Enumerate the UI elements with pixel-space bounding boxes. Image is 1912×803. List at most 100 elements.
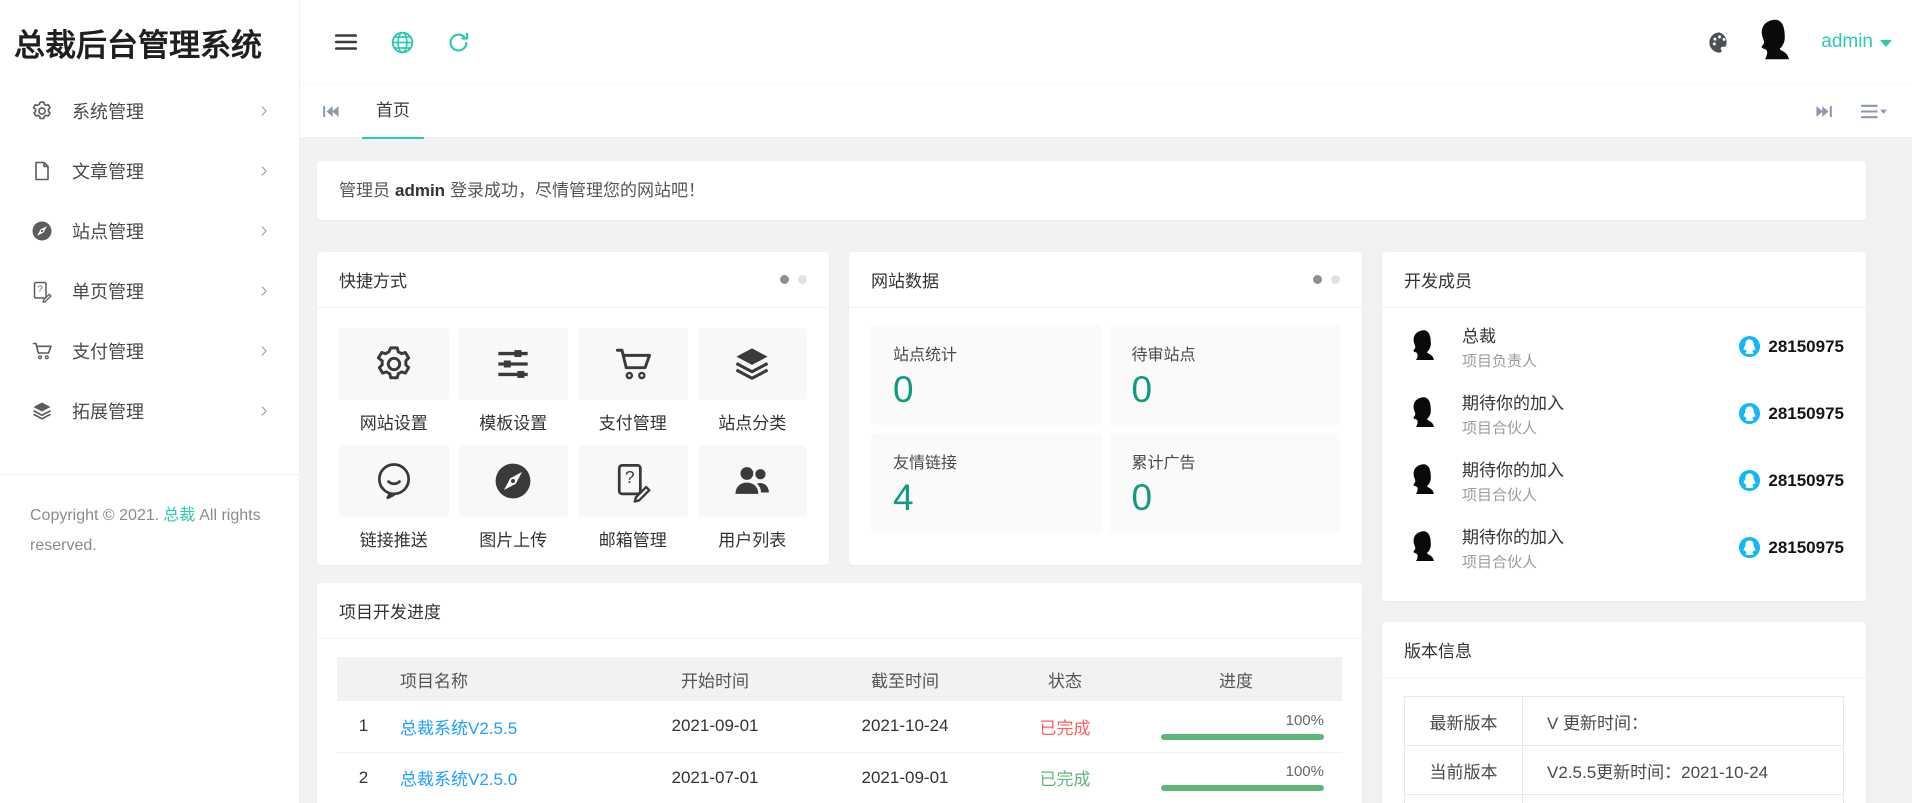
- sidebar-item-label: 支付管理: [72, 338, 144, 364]
- member-avatar: [1404, 460, 1446, 502]
- sidebar: 总裁后台管理系统 系统管理 文章管理 站点管理 单页管理 支付管理: [0, 0, 300, 803]
- stat-label: 待审站点: [1132, 341, 1319, 365]
- member-role: 项目负责人: [1462, 350, 1537, 371]
- site-data-title: 网站数据: [871, 267, 939, 292]
- dev-members-card: 开发成员 总裁 项目负责人 28150975: [1382, 252, 1866, 601]
- carousel-dots[interactable]: [780, 275, 807, 284]
- shortcut-label: 链接推送: [339, 517, 449, 562]
- shortcut-link-push[interactable]: 链接推送: [339, 445, 449, 562]
- shortcut-label: 用户列表: [698, 517, 808, 562]
- version-row-value: V2.5.5更新时间：2021-10-24: [1523, 746, 1844, 795]
- progress-cell: 100%: [1130, 701, 1342, 752]
- tabs-options-icon[interactable]: [1859, 101, 1888, 122]
- username: admin: [1821, 31, 1873, 53]
- copyright: Copyright © 2021.总裁All rights reserved.: [0, 475, 299, 560]
- shortcut-site-settings[interactable]: 网站设置: [339, 328, 449, 445]
- col-start-date: 开始时间: [620, 657, 810, 701]
- version-row: 当前版本 V2.5.5更新时间：2021-10-24: [1405, 746, 1844, 795]
- sidebar-item-label: 拓展管理: [72, 398, 144, 424]
- end-date: 2021-09-01: [810, 752, 1000, 803]
- project-progress-table: 项目名称 开始时间 截至时间 状态 进度 1 总裁系统V2.5.5 2021-0…: [337, 657, 1342, 803]
- version-row: 最新版本 V 更新时间：: [1405, 697, 1844, 746]
- qq-number: 28150975: [1768, 471, 1844, 491]
- progress-bar: [1161, 734, 1324, 740]
- table-row: 1 总裁系统V2.5.5 2021-09-01 2021-10-24 已完成 1…: [337, 701, 1342, 752]
- member-role: 项目合伙人: [1462, 551, 1564, 572]
- qq-icon: [1738, 469, 1761, 492]
- topbar: admin: [300, 0, 1912, 84]
- project-link[interactable]: 总裁系统V2.5.0: [400, 770, 517, 789]
- sidebar-item-system[interactable]: 系统管理: [0, 81, 299, 141]
- project-link[interactable]: 总裁系统V2.5.5: [400, 719, 517, 738]
- table-row: 2 总裁系统V2.5.0 2021-07-01 2021-09-01 已完成 1…: [337, 752, 1342, 803]
- member-qq[interactable]: 28150975: [1738, 402, 1844, 425]
- version-row-value: [1523, 795, 1844, 803]
- member-avatar: [1404, 326, 1446, 368]
- qq-number: 28150975: [1768, 404, 1844, 424]
- users-icon: [730, 459, 774, 503]
- member-row: 总裁 项目负责人 28150975: [1404, 313, 1844, 380]
- shortcut-template-settings[interactable]: 模板设置: [459, 328, 569, 445]
- sidebar-item-site[interactable]: 站点管理: [0, 201, 299, 261]
- main-content: 管理员admin登录成功，尽情管理您的网站吧！ 快捷方式 网站设置: [300, 138, 1912, 803]
- member-qq[interactable]: 28150975: [1738, 536, 1844, 559]
- sidebar-item-payment[interactable]: 支付管理: [0, 321, 299, 381]
- member-name: 期待你的加入: [1462, 456, 1564, 481]
- shortcut-site-category[interactable]: 站点分类: [698, 328, 808, 445]
- qq-icon: [1738, 335, 1761, 358]
- avatar[interactable]: [1749, 14, 1805, 70]
- caret-down-icon: [1880, 40, 1892, 47]
- sidebar-item-label: 单页管理: [72, 278, 144, 304]
- member-qq[interactable]: 28150975: [1738, 335, 1844, 358]
- progress-percent: 100%: [1130, 713, 1324, 730]
- compass-icon: [491, 459, 535, 503]
- status-badge: 已完成: [1000, 752, 1130, 803]
- member-avatar: [1404, 393, 1446, 435]
- shortcut-label: 网站设置: [339, 400, 449, 445]
- table-header-row: 项目名称 开始时间 截至时间 状态 进度: [337, 657, 1342, 701]
- tab-home-label: 首页: [376, 101, 410, 120]
- welcome-suffix: 登录成功，尽情管理您的网站吧！: [450, 181, 705, 200]
- shortcut-label: 图片上传: [459, 517, 569, 562]
- member-row: 期待你的加入 项目合伙人 28150975: [1404, 447, 1844, 514]
- tabs-scroll-end-icon[interactable]: [1814, 101, 1835, 122]
- welcome-username: admin: [395, 181, 445, 200]
- sidebar-item-label: 系统管理: [72, 98, 144, 124]
- stat-total-ads: 累计广告 0: [1110, 433, 1341, 533]
- theme-palette-icon[interactable]: [1706, 29, 1733, 56]
- shortcut-payment[interactable]: 支付管理: [578, 328, 688, 445]
- start-date: 2021-09-01: [620, 701, 810, 752]
- app-logo: 总裁后台管理系统: [0, 0, 299, 65]
- tabs-scroll-start-icon[interactable]: [320, 101, 341, 122]
- sliders-icon: [491, 342, 535, 386]
- col-progress: 进度: [1130, 657, 1342, 701]
- member-qq[interactable]: 28150975: [1738, 469, 1844, 492]
- shortcut-user-list[interactable]: 用户列表: [698, 445, 808, 562]
- member-role: 项目合伙人: [1462, 484, 1564, 505]
- refresh-icon[interactable]: [446, 30, 471, 55]
- sidebar-item-page[interactable]: 单页管理: [0, 261, 299, 321]
- compass-icon: [30, 219, 54, 243]
- sidebar-item-article[interactable]: 文章管理: [0, 141, 299, 201]
- carousel-dots[interactable]: [1313, 275, 1340, 284]
- version-row: [1405, 795, 1844, 803]
- member-name: 期待你的加入: [1462, 523, 1564, 548]
- chevron-right-icon: [257, 344, 271, 358]
- stat-value: 0: [1132, 477, 1319, 519]
- stat-pending-sites: 待审站点 0: [1110, 325, 1341, 425]
- shortcut-label: 站点分类: [698, 400, 808, 445]
- tab-home[interactable]: 首页: [357, 84, 429, 138]
- user-dropdown[interactable]: admin: [1821, 31, 1892, 53]
- site-data-card: 网站数据 站点统计 0 待审站点 0 友情链接: [849, 252, 1362, 565]
- dev-members-title: 开发成员: [1404, 267, 1472, 292]
- shortcut-image-upload[interactable]: 图片上传: [459, 445, 569, 562]
- globe-icon[interactable]: [389, 29, 416, 56]
- shortcut-mailbox[interactable]: 邮箱管理: [578, 445, 688, 562]
- qq-number: 28150975: [1768, 337, 1844, 357]
- copyright-brand-link[interactable]: 总裁: [163, 507, 195, 524]
- member-role: 项目合伙人: [1462, 417, 1564, 438]
- welcome-banner: 管理员admin登录成功，尽情管理您的网站吧！: [317, 161, 1866, 220]
- menu-collapse-icon[interactable]: [333, 29, 359, 55]
- sidebar-item-extension[interactable]: 拓展管理: [0, 381, 299, 441]
- version-info-title: 版本信息: [1404, 637, 1472, 662]
